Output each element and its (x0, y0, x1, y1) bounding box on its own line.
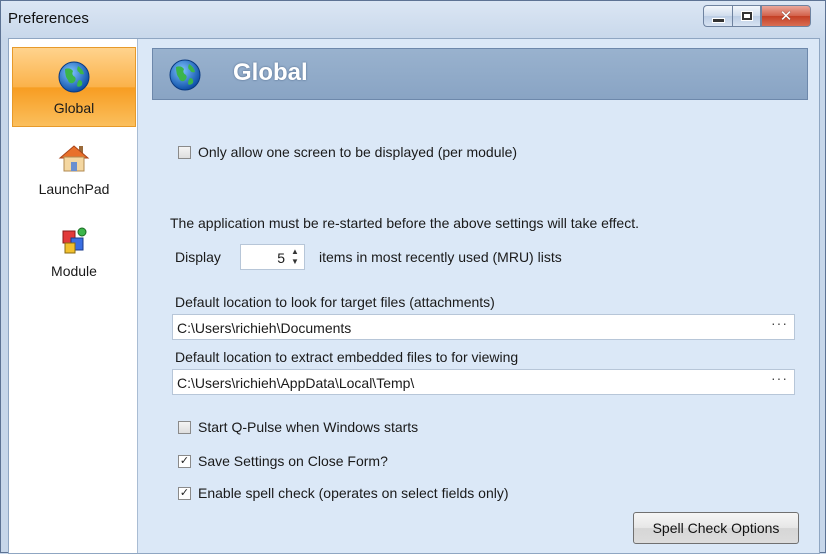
attachments-path-value[interactable]: C:\Users\richieh\Documents (177, 320, 351, 336)
spell-check-checkbox[interactable]: ✓ (178, 486, 191, 500)
sidebar-item-launchpad[interactable]: LaunchPad (12, 129, 136, 209)
title-bar[interactable]: Preferences ✕ (1, 1, 825, 39)
save-on-close-checkbox[interactable]: ✓ (178, 454, 191, 468)
start-with-windows-label: Start Q-Pulse when Windows starts (198, 419, 419, 435)
minimize-icon (711, 17, 725, 23)
spell-check-label: Enable spell check (operates on select f… (198, 485, 509, 501)
attachments-browse-button[interactable]: ··· (771, 315, 788, 331)
sidebar-item-label: Module (51, 263, 97, 279)
preferences-content: Global LaunchPad Module Global Only allo… (8, 38, 820, 554)
stepper-up-icon[interactable]: ▲ (289, 247, 301, 257)
close-icon: ✕ (779, 8, 793, 25)
extract-label: Default location to extract embedded fil… (175, 349, 519, 365)
section-header: Global (152, 48, 808, 100)
page-title: Global (233, 59, 308, 86)
one-screen-label: Only allow one screen to be displayed (p… (198, 144, 518, 160)
sidebar-item-global[interactable]: Global (12, 47, 136, 127)
maximize-icon (740, 11, 753, 21)
mru-suffix-row: items in most recently used (MRU) lists (319, 249, 562, 265)
globe-icon (169, 59, 201, 91)
mru-prefix-label: Display (175, 249, 221, 265)
minimize-button[interactable] (703, 5, 732, 27)
save-on-close-row[interactable]: ✓ Save Settings on Close Form? (178, 453, 388, 469)
module-icon (62, 227, 87, 254)
spell-check-row[interactable]: ✓ Enable spell check (operates on select… (178, 485, 509, 501)
attachments-label: Default location to look for target file… (175, 294, 495, 310)
mru-count-value[interactable]: 5 (277, 250, 285, 266)
attachments-label-row: Default location to look for target file… (175, 294, 495, 310)
sidebar: Global LaunchPad Module (9, 39, 138, 553)
close-button[interactable]: ✕ (761, 5, 811, 27)
one-screen-checkbox[interactable] (178, 145, 191, 159)
extract-browse-button[interactable]: ··· (771, 370, 788, 386)
extract-path-value[interactable]: C:\Users\richieh\AppData\Local\Temp\ (177, 375, 414, 391)
start-with-windows-row[interactable]: Start Q-Pulse when Windows starts (178, 419, 418, 435)
preferences-window: Preferences ✕ Global LaunchPad Module Gl… (0, 0, 826, 554)
attachments-path-field[interactable]: C:\Users\richieh\Documents ··· (172, 314, 795, 340)
save-on-close-label: Save Settings on Close Form? (198, 453, 388, 469)
sidebar-item-label: Global (53, 100, 95, 116)
start-with-windows-checkbox[interactable] (178, 420, 191, 434)
one-screen-row[interactable]: Only allow one screen to be displayed (p… (178, 144, 517, 160)
window-title: Preferences (8, 10, 89, 27)
mru-prefix-row: Display (175, 249, 221, 265)
window-controls: ✕ (703, 5, 811, 29)
globe-icon (58, 61, 90, 93)
extract-path-field[interactable]: C:\Users\richieh\AppData\Local\Temp\ ··· (172, 369, 795, 395)
stepper-arrows[interactable]: ▲ ▼ (289, 247, 301, 267)
stepper-down-icon[interactable]: ▼ (289, 257, 301, 267)
home-icon (58, 145, 90, 172)
mru-suffix-label: items in most recently used (MRU) lists (319, 249, 562, 265)
restart-note-row: The application must be re-started befor… (170, 215, 639, 231)
restart-note: The application must be re-started befor… (170, 215, 639, 231)
maximize-button[interactable] (732, 5, 761, 27)
sidebar-item-module[interactable]: Module (12, 211, 136, 291)
sidebar-item-label: LaunchPad (38, 181, 110, 197)
mru-count-stepper[interactable]: 5 ▲ ▼ (240, 244, 305, 270)
spell-check-options-button[interactable]: Spell Check Options (633, 512, 799, 544)
extract-label-row: Default location to extract embedded fil… (175, 349, 518, 365)
